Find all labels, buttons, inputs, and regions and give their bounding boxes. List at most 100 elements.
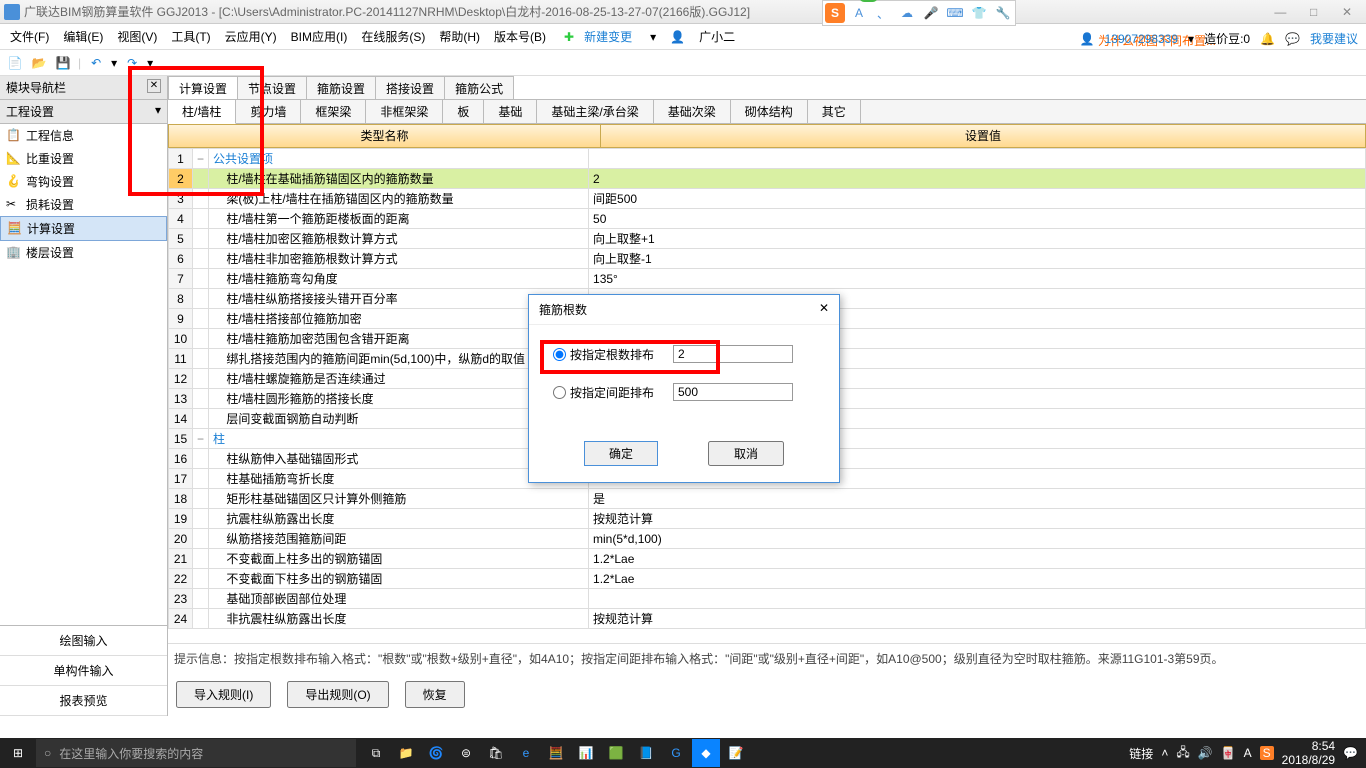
new-change-button[interactable]: ✚新建变更 (556, 26, 640, 47)
nav-item[interactable]: 🧮计算设置 (0, 216, 167, 241)
task-app-6[interactable]: 📊 (572, 739, 600, 767)
row-value[interactable]: min(5*d,100) (589, 529, 1366, 549)
menu-tools[interactable]: 工具(T) (167, 26, 214, 47)
new-icon[interactable]: 📄 (6, 54, 24, 72)
tray-net-icon[interactable]: 🖧 (1176, 743, 1189, 764)
row-value[interactable]: 按规范计算 (589, 609, 1366, 629)
sub-tab[interactable]: 基础 (484, 100, 537, 123)
menu-online[interactable]: 在线服务(S) (357, 26, 429, 47)
spacing-input[interactable] (673, 383, 793, 401)
task-app-10[interactable]: ◆ (692, 739, 720, 767)
row-value[interactable]: 1.2*Lae (589, 569, 1366, 589)
row-value[interactable]: 按规范计算 (589, 509, 1366, 529)
row-value[interactable]: 135° (589, 269, 1366, 289)
nav-bottom-report[interactable]: 报表预览 (0, 686, 167, 716)
grid-row[interactable]: 1−公共设置项 (169, 149, 1366, 169)
row-value[interactable]: 是 (589, 489, 1366, 509)
ime-cloud-icon[interactable]: ☁ (897, 3, 917, 23)
ok-button[interactable]: 确定 (584, 441, 658, 466)
ime-a-icon[interactable]: A (849, 3, 869, 23)
ime-skin-icon[interactable]: 👕 (969, 3, 989, 23)
row-value[interactable]: 1.2*Lae (589, 549, 1366, 569)
minimize-button[interactable]: — (1265, 5, 1295, 19)
ime-punct-icon[interactable]: 、 (873, 3, 893, 23)
tray-notif-icon[interactable]: 💬 (1343, 746, 1358, 760)
main-tab[interactable]: 计算设置 (168, 76, 238, 99)
task-app-2[interactable]: 🌀 (422, 739, 450, 767)
nav-item[interactable]: 🪝弯钩设置 (0, 170, 167, 193)
row-value[interactable] (589, 149, 1366, 169)
sub-tab[interactable]: 基础次梁 (654, 100, 731, 123)
save-icon[interactable]: 💾 (54, 54, 72, 72)
tray-ime-icon[interactable]: S (1260, 746, 1274, 760)
grid-row[interactable]: 6 柱/墙柱非加密箍筋根数计算方式向上取整-1 (169, 249, 1366, 269)
bell-icon[interactable]: 🔔 (1260, 32, 1275, 46)
task-app-4[interactable]: 🛍 (482, 739, 510, 767)
task-app-8[interactable]: 📘 (632, 739, 660, 767)
task-app-7[interactable]: 🟩 (602, 739, 630, 767)
nav-item[interactable]: 📐比重设置 (0, 147, 167, 170)
cancel-button[interactable]: 取消 (708, 441, 784, 466)
sub-tab[interactable]: 非框架梁 (366, 100, 443, 123)
undo-drop-icon[interactable]: ▾ (111, 56, 117, 70)
radio-by-count-input[interactable] (553, 348, 566, 361)
menu-cloud[interactable]: 云应用(Y) (221, 26, 281, 47)
menu-help[interactable]: 帮助(H) (435, 26, 484, 47)
tray-lang-icon[interactable]: 🀄 (1221, 746, 1236, 760)
row-value[interactable]: 向上取整-1 (589, 249, 1366, 269)
tray-a-icon[interactable]: A (1244, 746, 1252, 760)
grid-row[interactable]: 18 矩形柱基础锚固区只计算外侧箍筋是 (169, 489, 1366, 509)
task-view-icon[interactable]: ⧉ (362, 739, 390, 767)
row-value[interactable]: 向上取整+1 (589, 229, 1366, 249)
import-rules-button[interactable]: 导入规则(I) (176, 681, 271, 708)
grid-row[interactable]: 3 梁(板)上柱/墙柱在插筋锚固区内的箍筋数量间距500 (169, 189, 1366, 209)
task-app-3[interactable]: ⊜ (452, 739, 480, 767)
ime-keyboard-icon[interactable]: ⌨ (945, 3, 965, 23)
grid-row[interactable]: 21 不变截面上柱多出的钢筋锚固1.2*Lae (169, 549, 1366, 569)
export-rules-button[interactable]: 导出规则(O) (287, 681, 388, 708)
tray-clock[interactable]: 8:54 2018/8/29 (1282, 739, 1335, 767)
grid-row[interactable]: 24 非抗震柱纵筋露出长度按规范计算 (169, 609, 1366, 629)
task-app-11[interactable]: 📝 (722, 739, 750, 767)
close-button[interactable]: ✕ (1332, 5, 1362, 19)
undo-icon[interactable]: ↶ (87, 54, 105, 72)
row-expand-icon[interactable]: − (193, 149, 209, 169)
nav-item[interactable]: 📋工程信息 (0, 124, 167, 147)
menu-version[interactable]: 版本号(B) (490, 26, 550, 47)
main-tab[interactable]: 搭接设置 (375, 76, 445, 99)
tray-up-icon[interactable]: ˄ (1161, 746, 1168, 760)
ime-logo-icon[interactable]: S (825, 3, 845, 23)
sub-tab[interactable]: 框架梁 (301, 100, 366, 123)
redo-drop-icon[interactable]: ▾ (147, 56, 153, 70)
menu-file[interactable]: 文件(F) (6, 26, 53, 47)
menu-edit[interactable]: 编辑(E) (59, 26, 107, 47)
task-edge[interactable]: e (512, 739, 540, 767)
nav-bottom-draw[interactable]: 绘图输入 (0, 626, 167, 656)
row-value[interactable]: 50 (589, 209, 1366, 229)
row-value[interactable]: 2 (589, 169, 1366, 189)
sub-tab[interactable]: 柱/墙柱 (168, 100, 236, 124)
nav-subheader[interactable]: 工程设置 ▾ (0, 100, 167, 124)
main-tab[interactable]: 箍筋公式 (444, 76, 514, 99)
user-phone[interactable]: 13907298339 (1105, 32, 1178, 46)
dialog-titlebar[interactable]: 箍筋根数 ✕ (529, 295, 839, 325)
row-expand-icon[interactable]: − (193, 429, 209, 449)
grid-row[interactable]: 4 柱/墙柱第一个箍筋距楼板面的距离50 (169, 209, 1366, 229)
task-app-5[interactable]: 🧮 (542, 739, 570, 767)
ime-mic-icon[interactable]: 🎤 (921, 3, 941, 23)
sub-tab[interactable]: 板 (443, 100, 484, 123)
grid-row[interactable]: 22 不变截面下柱多出的钢筋锚固1.2*Lae (169, 569, 1366, 589)
taskbar-search[interactable]: ○ 在这里输入你要搜索的内容 (36, 739, 356, 767)
sub-tab[interactable]: 剪力墙 (236, 100, 301, 123)
tray-vol-icon[interactable]: 🔊 (1198, 746, 1213, 760)
menu-user-icon[interactable]: 👤 (666, 28, 689, 46)
newchange-drop-icon[interactable]: ▾ (646, 28, 660, 46)
feedback-icon[interactable]: 💬 (1285, 32, 1300, 46)
count-input[interactable] (673, 345, 793, 363)
redo-icon[interactable]: ↷ (123, 54, 141, 72)
user-avatar-icon[interactable]: 👤 (1080, 32, 1095, 46)
radio-by-count[interactable]: 按指定根数排布 (553, 346, 663, 363)
radio-by-spacing-input[interactable] (553, 386, 566, 399)
menu-bim[interactable]: BIM应用(I) (287, 26, 352, 47)
row-value[interactable] (589, 589, 1366, 609)
